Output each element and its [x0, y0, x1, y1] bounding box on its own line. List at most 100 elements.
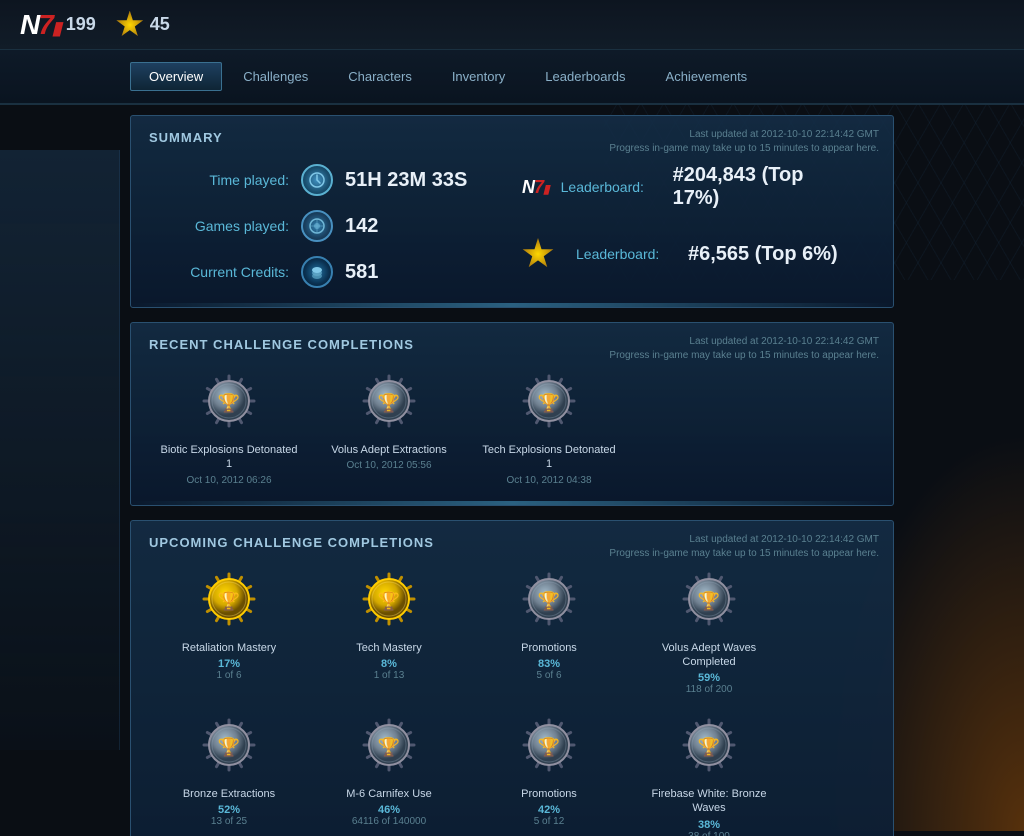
summary-left: Time played: 51H 23M 33S Games played: [169, 164, 502, 288]
n7-lb-label: Leaderboard: [561, 179, 661, 195]
time-label: Time played: [169, 172, 289, 188]
challenge-badge: 🏆 [357, 715, 421, 779]
challenge-name: Promotions [521, 787, 577, 801]
games-icon [301, 210, 333, 242]
svg-text:🏆: 🏆 [538, 392, 560, 413]
list-item: 🏆 Tech Mastery 8% 1 of 13 [319, 569, 459, 696]
svg-text:🏆: 🏆 [698, 590, 720, 611]
header: N7▮ 199 45 [0, 0, 1024, 50]
svg-text:🏆: 🏆 [538, 590, 560, 611]
challenge-name: M-6 Carnifex Use [346, 787, 432, 801]
challenge-date: Oct 10, 2012 06:26 [186, 475, 271, 486]
challenge-badge: 🏆 [357, 569, 421, 633]
list-item: 🏆 M-6 Carnifex Use 46% 64116 of 140000 [319, 715, 459, 836]
challenge-percent: 83% [538, 658, 560, 670]
challenge-percent: 59% [698, 672, 720, 684]
challenge-badge: 🏆 [197, 569, 261, 633]
upcoming-challenges-panel: UPCOMING CHALLENGE COMPLETIONS Last upda… [130, 520, 894, 836]
challenge-date: Oct 10, 2012 04:38 [506, 475, 591, 486]
main-content: SUMMARY Last updated at 2012-10-10 22:14… [0, 105, 1024, 836]
tab-inventory[interactable]: Inventory [433, 62, 524, 91]
challenge-percent: 46% [378, 804, 400, 816]
upcoming-challenge-list: 🏆 Retaliation Mastery 17% 1 of 6 🏆 [149, 564, 875, 836]
tab-achievements[interactable]: Achievements [647, 62, 767, 91]
tab-challenges[interactable]: Challenges [224, 62, 327, 91]
challenge-progress: 1 of 6 [216, 670, 241, 681]
list-item: 🏆 Promotions 42% 5 of 12 [479, 715, 619, 836]
credits-icon [301, 256, 333, 288]
challenge-badge: 🏆 [677, 569, 741, 633]
star-rating: 45 [116, 11, 170, 39]
summary-grid: Time played: 51H 23M 33S Games played: [149, 159, 875, 293]
challenge-name: Tech Mastery [356, 641, 421, 655]
star-lb-value: #6,565 (Top 6%) [688, 243, 838, 266]
challenge-percent: 52% [218, 804, 240, 816]
challenge-percent: 38% [698, 819, 720, 831]
star-leaderboard-row: Leaderboard: #6,565 (Top 6%) [522, 224, 855, 270]
games-label: Games played: [169, 218, 289, 234]
n7-lb-value: #204,843 (Top 17%) [673, 164, 855, 210]
upcoming-challenges-meta: Last updated at 2012-10-10 22:14:42 GMT … [609, 533, 879, 561]
n7-logo: N7▮ [20, 9, 60, 41]
challenge-badge: 🏆 [197, 371, 261, 435]
time-played-row: Time played: 51H 23M 33S [169, 164, 502, 196]
recent-challenge-list: 🏆 Biotic Explosions Detonated 1 Oct 10, … [149, 366, 875, 491]
star-level: 45 [150, 14, 170, 35]
time-icon [301, 164, 333, 196]
challenge-badge: 🏆 [517, 371, 581, 435]
tab-overview[interactable]: Overview [130, 62, 222, 91]
challenge-percent: 17% [218, 658, 240, 670]
recent-challenges-panel: RECENT CHALLENGE COMPLETIONS Last update… [130, 322, 894, 506]
games-value: 142 [345, 215, 378, 238]
svg-text:🏆: 🏆 [378, 392, 400, 413]
credits-row: Current Credits: 581 [169, 256, 502, 288]
star-icon [116, 11, 144, 39]
challenge-badge: 🏆 [677, 715, 741, 779]
challenge-progress: 5 of 12 [534, 816, 565, 827]
summary-meta: Last updated at 2012-10-10 22:14:42 GMT … [609, 128, 879, 156]
challenge-name: Tech Explosions Detonated 1 [479, 443, 619, 472]
time-value: 51H 23M 33S [345, 169, 467, 192]
list-item: 🏆 Volus Adept Extractions Oct 10, 2012 0… [319, 371, 459, 486]
list-item: 🏆 Bronze Extractions 52% 13 of 25 [159, 715, 299, 836]
tab-characters[interactable]: Characters [329, 62, 431, 91]
list-item: 🏆 Promotions 83% 5 of 6 [479, 569, 619, 696]
svg-text:🏆: 🏆 [378, 736, 400, 757]
challenge-name: Firebase White: Bronze Waves [639, 787, 779, 816]
challenge-progress: 5 of 6 [536, 670, 561, 681]
challenge-badge: 🏆 [517, 569, 581, 633]
list-item: 🏆 Retaliation Mastery 17% 1 of 6 [159, 569, 299, 696]
challenge-badge: 🏆 [197, 715, 261, 779]
star-lb-icon [522, 238, 554, 270]
list-item: 🏆 Volus Adept Waves Completed 59% 118 of… [639, 569, 779, 696]
challenge-progress: 64116 of 140000 [352, 816, 426, 827]
challenge-name: Bronze Extractions [183, 787, 275, 801]
n7-level: 199 [66, 14, 96, 35]
challenge-badge: 🏆 [357, 371, 421, 435]
navigation-bar: Overview Challenges Characters Inventory… [0, 50, 1024, 105]
svg-text:🏆: 🏆 [538, 736, 560, 757]
summary-panel: SUMMARY Last updated at 2012-10-10 22:14… [130, 115, 894, 308]
credits-value: 581 [345, 261, 378, 284]
svg-text:🏆: 🏆 [218, 736, 240, 757]
challenge-percent: 8% [381, 658, 397, 670]
challenge-name: Volus Adept Waves Completed [639, 641, 779, 670]
svg-text:🏆: 🏆 [378, 590, 400, 611]
list-item: 🏆 Biotic Explosions Detonated 1 Oct 10, … [159, 371, 299, 486]
games-played-row: Games played: 142 [169, 210, 502, 242]
challenge-badge: 🏆 [517, 715, 581, 779]
star-lb-label: Leaderboard: [576, 246, 676, 262]
list-item: 🏆 Tech Explosions Detonated 1 Oct 10, 20… [479, 371, 619, 486]
challenge-date: Oct 10, 2012 05:56 [346, 460, 431, 471]
n7-leaderboard-row: N7▮ Leaderboard: #204,843 (Top 17%) [522, 164, 855, 210]
challenge-percent: 42% [538, 804, 560, 816]
svg-text:🏆: 🏆 [218, 392, 240, 413]
challenge-progress: 13 of 25 [211, 816, 247, 827]
summary-right: N7▮ Leaderboard: #204,843 (Top 17%) Lead… [522, 164, 855, 288]
n7-lb-logo: N7▮ [522, 177, 549, 198]
recent-challenges-meta: Last updated at 2012-10-10 22:14:42 GMT … [609, 335, 879, 363]
svg-text:🏆: 🏆 [698, 736, 720, 757]
challenge-progress: 118 of 200 [686, 684, 733, 695]
list-item: 🏆 Firebase White: Bronze Waves 38% 38 of… [639, 715, 779, 836]
tab-leaderboards[interactable]: Leaderboards [526, 62, 644, 91]
